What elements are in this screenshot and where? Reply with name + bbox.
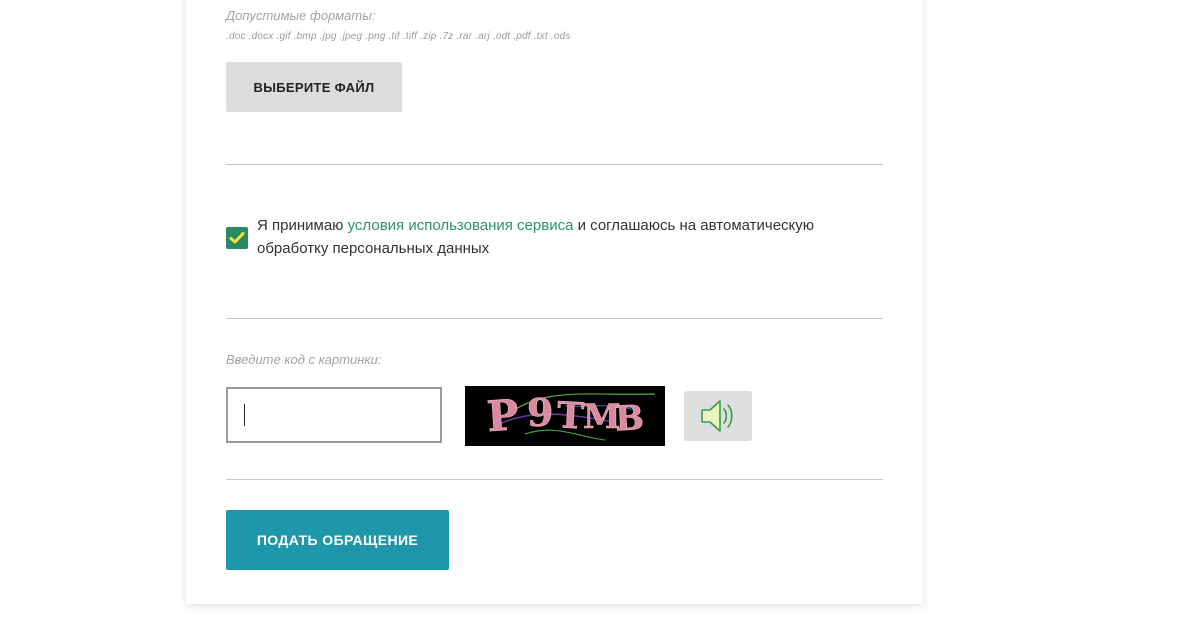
- captcha-label: Введите код с картинки:: [226, 352, 382, 367]
- divider: [226, 164, 883, 165]
- svg-text:9: 9: [527, 390, 553, 435]
- consent-text-before: Я принимаю: [257, 217, 348, 234]
- audio-captcha-button[interactable]: [684, 391, 752, 441]
- svg-text:B: B: [614, 398, 645, 439]
- text-caret: [244, 404, 245, 426]
- formats-list: .doc .docx .gif .bmp .jpg .jpeg .png .ti…: [226, 31, 571, 42]
- captcha-input[interactable]: [226, 387, 442, 443]
- formats-label: Допустимые форматы:: [226, 8, 376, 23]
- choose-file-button[interactable]: ВЫБЕРИТЕ ФАЙЛ: [226, 62, 402, 112]
- captcha-picture: P 9 T M B: [465, 386, 665, 446]
- captcha-image: P 9 T M B: [465, 386, 665, 446]
- consent-checkbox[interactable]: [226, 227, 248, 249]
- svg-text:T: T: [556, 394, 585, 437]
- speaker-icon: [701, 400, 733, 432]
- svg-text:P: P: [485, 390, 520, 441]
- divider: [226, 318, 883, 319]
- terms-link[interactable]: условия использования сервиса: [348, 217, 574, 234]
- divider: [226, 479, 883, 480]
- consent-text: Я принимаю условия использования сервиса…: [257, 214, 867, 260]
- submit-button[interactable]: ПОДАТЬ ОБРАЩЕНИЕ: [226, 510, 449, 570]
- checkmark-icon: [229, 232, 245, 244]
